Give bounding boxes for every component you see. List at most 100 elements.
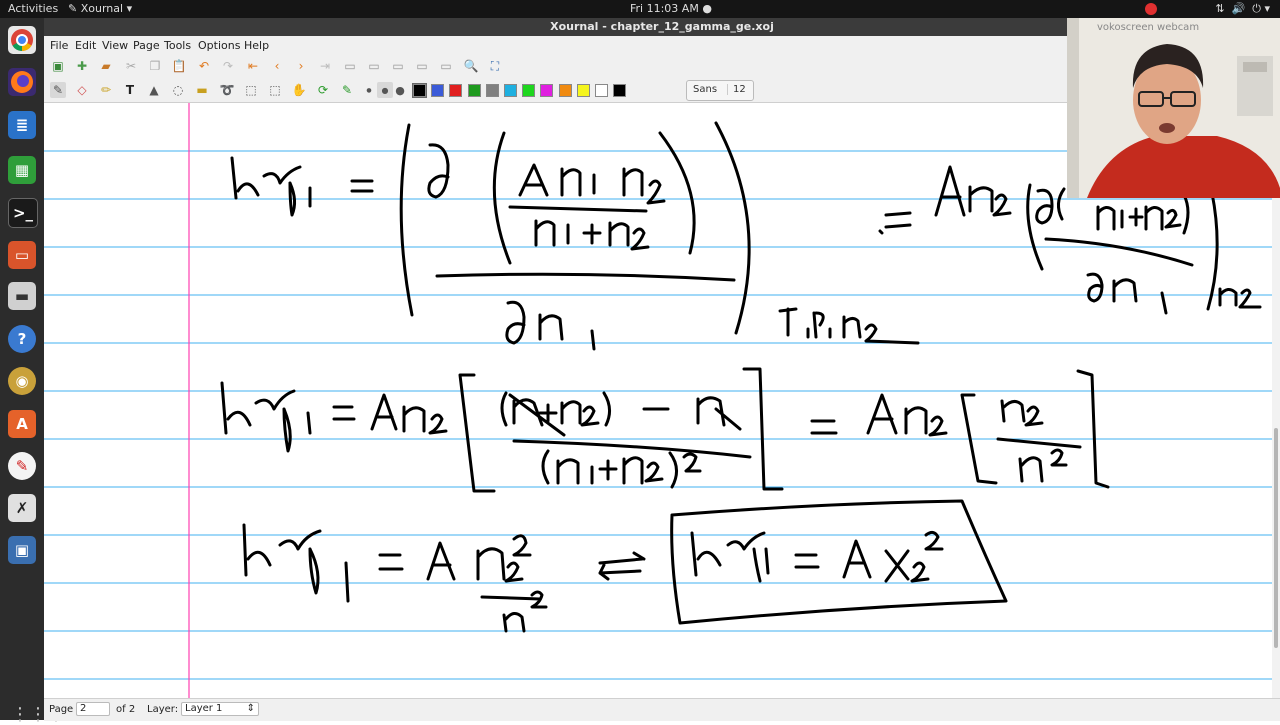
right-sub-two	[992, 193, 1012, 217]
font-name: Sans	[693, 84, 718, 95]
page-number-spinner[interactable]: 2	[76, 702, 110, 716]
row3-arrow	[598, 551, 646, 581]
color-swatch-0[interactable]	[412, 83, 427, 98]
power-icon: ⏻	[1252, 2, 1261, 15]
new-icon[interactable]: ✚	[74, 58, 90, 74]
right-A	[934, 165, 966, 217]
color-swatch-4[interactable]	[485, 84, 499, 97]
menu-page[interactable]: Page	[133, 39, 160, 52]
color-swatch-9[interactable]	[576, 84, 590, 97]
right-inner-paren	[1057, 187, 1066, 221]
shape-recognizer-icon[interactable]: ◌	[170, 82, 186, 98]
redo-icon[interactable]: ↷	[220, 58, 236, 74]
scrollbar-thumb[interactable]	[1274, 428, 1278, 648]
ruled-lines	[44, 150, 1272, 680]
fullscreen-icon[interactable]: ⛶	[487, 58, 503, 74]
help-icon[interactable]: ?	[8, 325, 36, 353]
select-region-icon[interactable]: ➰	[219, 82, 235, 98]
default-pen-icon[interactable]: ✎	[339, 82, 355, 98]
zoom-in-icon[interactable]: ▭	[390, 58, 406, 74]
color-swatch-1[interactable]	[431, 84, 445, 97]
row3-A	[426, 541, 456, 581]
writer-document-icon[interactable]: ≣	[8, 111, 36, 139]
rhythmbox-icon[interactable]: ◉	[8, 367, 36, 395]
pen-tool-icon[interactable]: ✎	[50, 82, 66, 98]
color-swatch-7[interactable]	[540, 84, 554, 97]
row2-right-bracket	[742, 367, 784, 491]
cut-icon[interactable]: ✂	[123, 58, 139, 74]
box-equals	[794, 553, 820, 569]
first-page-icon[interactable]: ⇤	[245, 58, 261, 74]
color-swatch-6[interactable]	[522, 84, 536, 97]
previous-page-icon[interactable]: ‹	[269, 58, 285, 74]
webcam-label: vokoscreen webcam	[1097, 22, 1200, 33]
open-folder-icon[interactable]: ▰	[98, 58, 114, 74]
screencast-record-icon[interactable]	[1145, 3, 1157, 15]
firefox-icon[interactable]	[8, 68, 36, 96]
right-fraction-bar	[1044, 237, 1194, 267]
select-rectangle-icon[interactable]: ⬚	[243, 82, 259, 98]
color-swatch-2[interactable]	[449, 84, 463, 97]
boxed-result	[670, 499, 1008, 625]
hand-tool-icon[interactable]: ✋	[291, 82, 307, 98]
xournal-active-icon[interactable]: ✗	[8, 494, 36, 522]
menu-help[interactable]: Help	[244, 39, 269, 52]
menu-edit[interactable]: Edit	[75, 39, 96, 52]
inner-fraction-bar	[508, 205, 648, 213]
next-page-icon[interactable]: ›	[293, 58, 309, 74]
calc-spreadsheet-icon[interactable]: ▦	[8, 156, 36, 184]
text-tool-icon[interactable]: T	[122, 82, 138, 98]
last-page-icon[interactable]: ⇥	[317, 58, 333, 74]
default-tool-icon[interactable]: ⟳	[315, 82, 331, 98]
xournal-icon[interactable]: ✎	[8, 452, 36, 480]
xournal-app-icon: ✎	[68, 2, 78, 15]
image-tool-icon[interactable]: ▲	[146, 82, 162, 98]
color-swatch-3[interactable]	[467, 84, 481, 97]
page-width-icon[interactable]: ▭	[438, 58, 454, 74]
zoom-normal-icon[interactable]: ▭	[414, 58, 430, 74]
terminal-icon[interactable]: >_	[8, 198, 38, 228]
chrome-icon[interactable]	[8, 26, 36, 54]
menu-view[interactable]: View	[102, 39, 128, 52]
thickness-thick-icon[interactable]: ●	[392, 82, 408, 98]
highlighter-tool-icon[interactable]: ✏	[98, 82, 114, 98]
activities-button[interactable]: Activities	[8, 2, 58, 15]
ruler-icon[interactable]: ▬	[194, 82, 210, 98]
row2-numerator	[500, 391, 742, 431]
vertical-space-icon[interactable]: ⬚	[267, 82, 283, 98]
undo-icon[interactable]: ↶	[196, 58, 212, 74]
color-swatch-5[interactable]	[504, 84, 517, 97]
gnome-top-bar: Activities ✎ Xournal ▾ Fri 11:03 AM ● ⇅ …	[0, 0, 1280, 18]
row3-gamma	[278, 529, 350, 603]
vokoscreen-icon[interactable]: ▣	[8, 536, 36, 564]
copy-icon[interactable]: ❐	[147, 58, 163, 74]
app-menu[interactable]: ✎ Xournal ▾	[68, 2, 132, 15]
dock: ≣ ▦ >_ ▭ ▬ ? ◉ A ✎ ✗ ▣ ⋮⋮⋮	[0, 18, 65, 724]
software-center-icon[interactable]: A	[8, 410, 36, 438]
thickness-fine-icon[interactable]: ●	[361, 82, 377, 98]
clock[interactable]: Fri 11:03 AM ●	[630, 2, 712, 15]
save-icon[interactable]: ▣	[50, 58, 66, 74]
color-swatch-8[interactable]	[558, 84, 572, 97]
impress-presentation-icon[interactable]: ▭	[8, 241, 36, 269]
files-icon[interactable]: ▬	[8, 282, 36, 310]
font-size: 12	[727, 84, 746, 95]
webcam-overlay[interactable]	[1067, 18, 1280, 198]
right-partial-d	[1035, 188, 1054, 225]
font-selector[interactable]: Sans 12	[686, 80, 754, 101]
layer-select[interactable]: Layer 1 ⇕	[181, 702, 259, 716]
right-n1-plus-n2	[1096, 205, 1182, 231]
thickness-medium-icon[interactable]: ●	[377, 82, 393, 98]
color-swatch-11[interactable]	[613, 84, 627, 97]
zoom-fit-icon[interactable]: ▭	[366, 58, 382, 74]
color-swatch-10[interactable]	[595, 84, 608, 97]
page-label: Page	[49, 704, 74, 715]
menu-options[interactable]: Options	[198, 39, 240, 52]
zoom-out-icon[interactable]: ▭	[342, 58, 358, 74]
eraser-tool-icon[interactable]: ◇	[74, 82, 90, 98]
menu-tools[interactable]: Tools	[164, 39, 191, 52]
search-icon[interactable]: 🔍	[463, 58, 479, 74]
system-tray[interactable]: ⇅ 🔊 ⏻ ▾	[1215, 2, 1270, 16]
menu-file[interactable]: File	[50, 39, 68, 52]
paste-icon[interactable]: 📋	[171, 58, 187, 74]
